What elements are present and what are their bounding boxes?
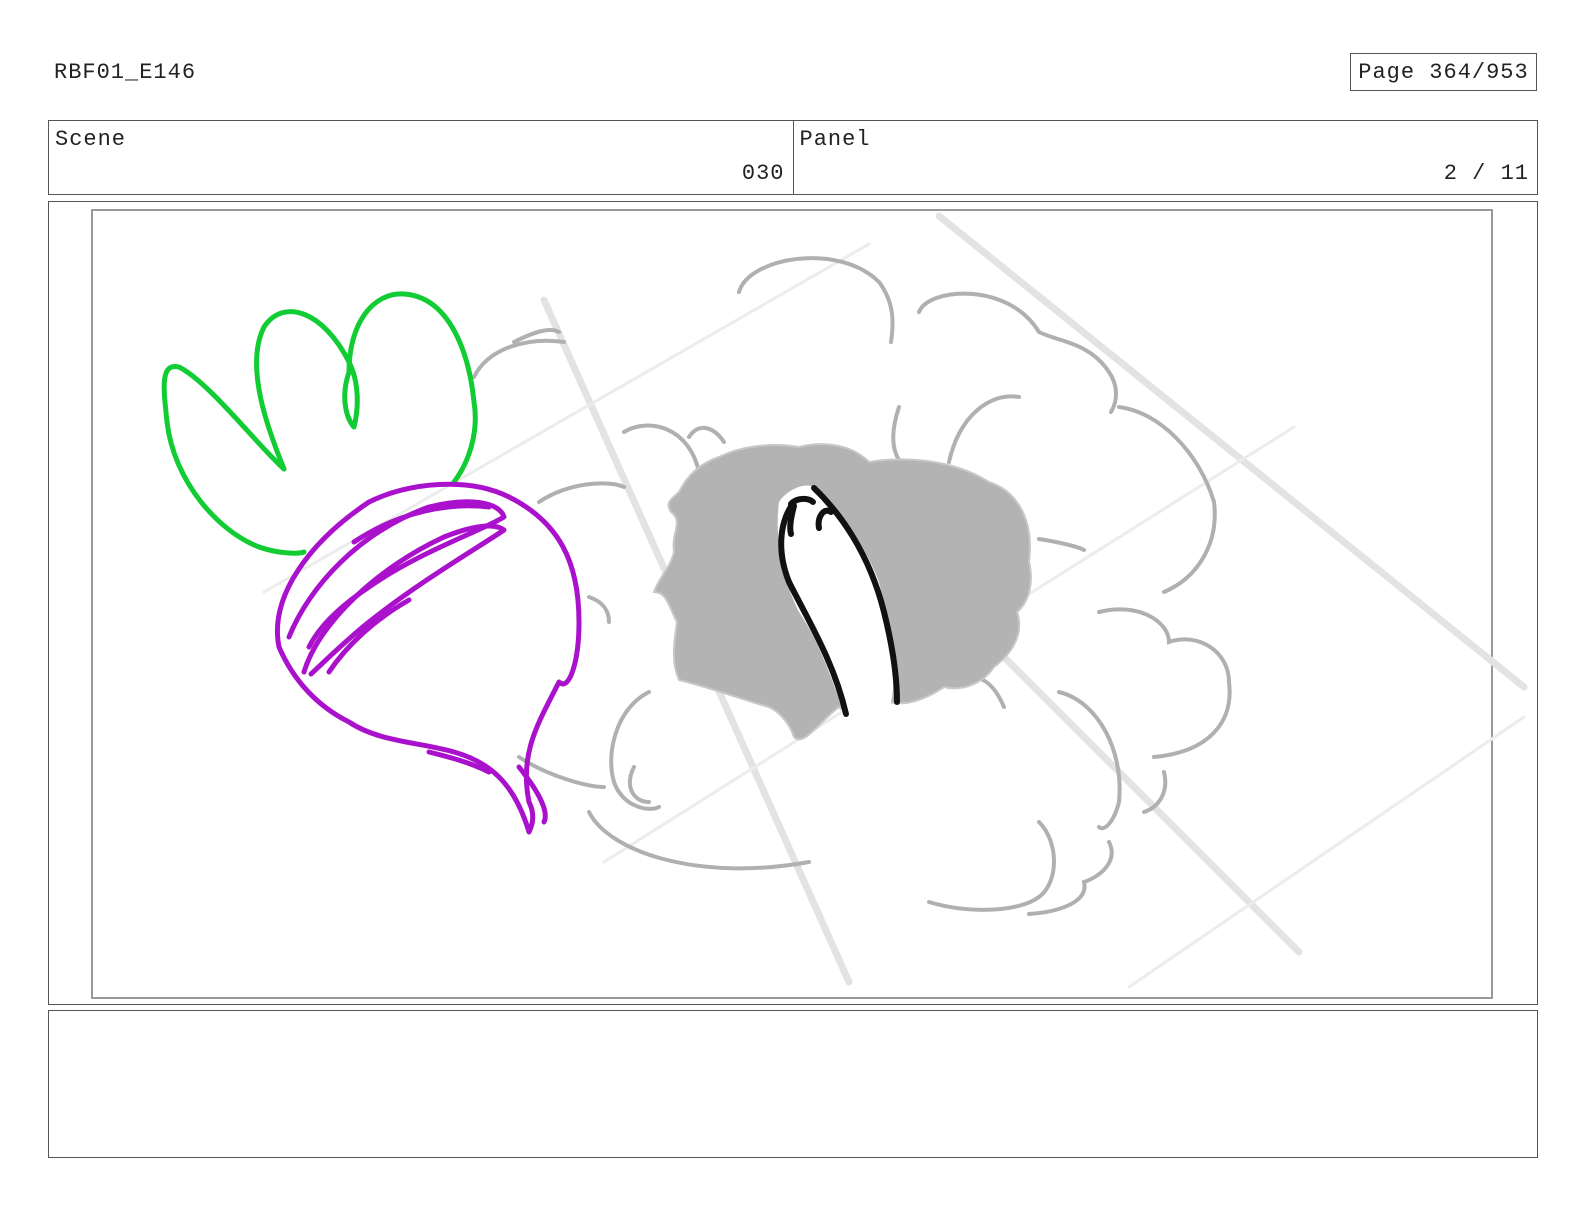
panel-number: 2 / 11	[1443, 161, 1529, 186]
panel-label: Panel	[799, 127, 871, 152]
radish-leaves	[161, 291, 478, 556]
page-number: Page 364/953	[1350, 53, 1537, 91]
scene-panel-info: Scene 030 Panel 2 / 11	[48, 120, 1538, 195]
panel-cell: Panel 2 / 11	[792, 121, 1538, 194]
panel-notes	[48, 1010, 1538, 1158]
scene-number: 030	[741, 161, 785, 186]
document-id: RBF01_E146	[54, 60, 197, 85]
storyboard-panel	[48, 201, 1538, 1005]
scene-cell: Scene 030	[49, 121, 793, 194]
radish-bulb	[275, 481, 582, 835]
scene-label: Scene	[55, 127, 127, 152]
panel-drawing	[91, 209, 1528, 999]
